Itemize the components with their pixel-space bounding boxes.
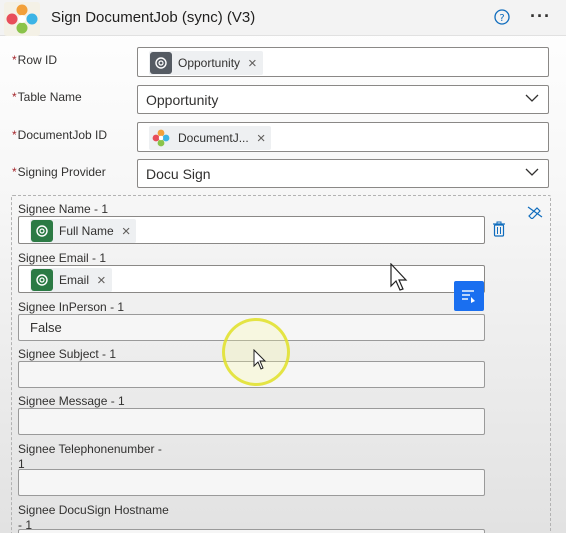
table-name-label: *Table Name xyxy=(12,90,82,104)
dataverse-icon xyxy=(31,220,53,242)
signee-subject-label: Signee Subject - 1 xyxy=(18,347,117,361)
chevron-down-icon xyxy=(525,168,539,176)
connector-logo-icon xyxy=(150,127,172,149)
row-id-label: *Row ID xyxy=(12,53,58,67)
dynamic-content-icon xyxy=(462,290,475,303)
more-options-button[interactable]: ··· xyxy=(530,6,551,27)
trash-icon[interactable] xyxy=(492,221,506,237)
dataverse-icon xyxy=(31,269,53,291)
signee-message-label: Signee Message - 1 xyxy=(18,394,125,408)
action-card: Sign DocumentJob (sync) (V3) ? ··· *Row … xyxy=(0,0,566,533)
connector-logo-icon xyxy=(4,2,40,36)
token-text: Opportunity xyxy=(178,56,241,70)
action-title: Sign DocumentJob (sync) (V3) xyxy=(51,9,256,26)
signee-email-field[interactable]: Email × xyxy=(18,265,485,293)
token-text: Full Name xyxy=(59,224,114,238)
signing-provider-dropdown[interactable]: Docu Sign xyxy=(137,159,549,188)
signee-inperson-label: Signee InPerson - 1 xyxy=(18,300,125,314)
signee-telephone-label: Signee Telephonenumber - 1 xyxy=(18,442,162,471)
action-header[interactable]: Sign DocumentJob (sync) (V3) ? ··· xyxy=(0,0,566,36)
full-name-token[interactable]: Full Name × xyxy=(30,219,137,243)
signee-message-field[interactable] xyxy=(18,408,485,435)
remove-token-icon[interactable]: × xyxy=(257,131,266,146)
chevron-down-icon xyxy=(525,94,539,102)
signing-provider-value: Docu Sign xyxy=(146,166,211,182)
question-circle-icon[interactable]: ? xyxy=(494,9,510,25)
mouse-pointer-icon xyxy=(253,349,267,370)
opportunity-token[interactable]: Opportunity × xyxy=(149,51,263,75)
documentjob-id-field[interactable]: DocumentJ... × xyxy=(137,122,549,152)
row-id-field[interactable]: Opportunity × xyxy=(137,47,549,77)
signee-name-label: Signee Name - 1 xyxy=(18,202,109,216)
signee-name-field[interactable]: Full Name × xyxy=(18,216,485,244)
signee-telephone-field[interactable] xyxy=(18,469,485,496)
dataverse-icon xyxy=(150,52,172,74)
signee-inperson-value: False xyxy=(30,320,62,335)
remove-token-icon[interactable]: × xyxy=(248,56,257,71)
token-text: DocumentJ... xyxy=(178,131,249,145)
email-token[interactable]: Email × xyxy=(30,268,112,292)
token-text: Email xyxy=(59,273,90,287)
remove-token-icon[interactable]: × xyxy=(97,273,106,288)
documentjob-token[interactable]: DocumentJ... × xyxy=(149,126,272,150)
table-name-value: Opportunity xyxy=(146,92,219,108)
mouse-pointer-icon xyxy=(390,263,408,291)
signee-hostname-label: Signee DocuSign Hostname - 1 xyxy=(18,503,169,532)
signing-provider-label: *Signing Provider xyxy=(12,165,106,179)
switch-to-text-mode-icon[interactable] xyxy=(527,205,543,219)
signee-hostname-field[interactable] xyxy=(18,529,485,533)
insert-expression-button[interactable] xyxy=(454,281,484,311)
signee-email-label: Signee Email - 1 xyxy=(18,251,107,265)
documentjob-id-label: *DocumentJob ID xyxy=(12,128,108,142)
svg-text:?: ? xyxy=(499,13,504,24)
table-name-dropdown[interactable]: Opportunity xyxy=(137,85,549,114)
remove-token-icon[interactable]: × xyxy=(122,224,131,239)
